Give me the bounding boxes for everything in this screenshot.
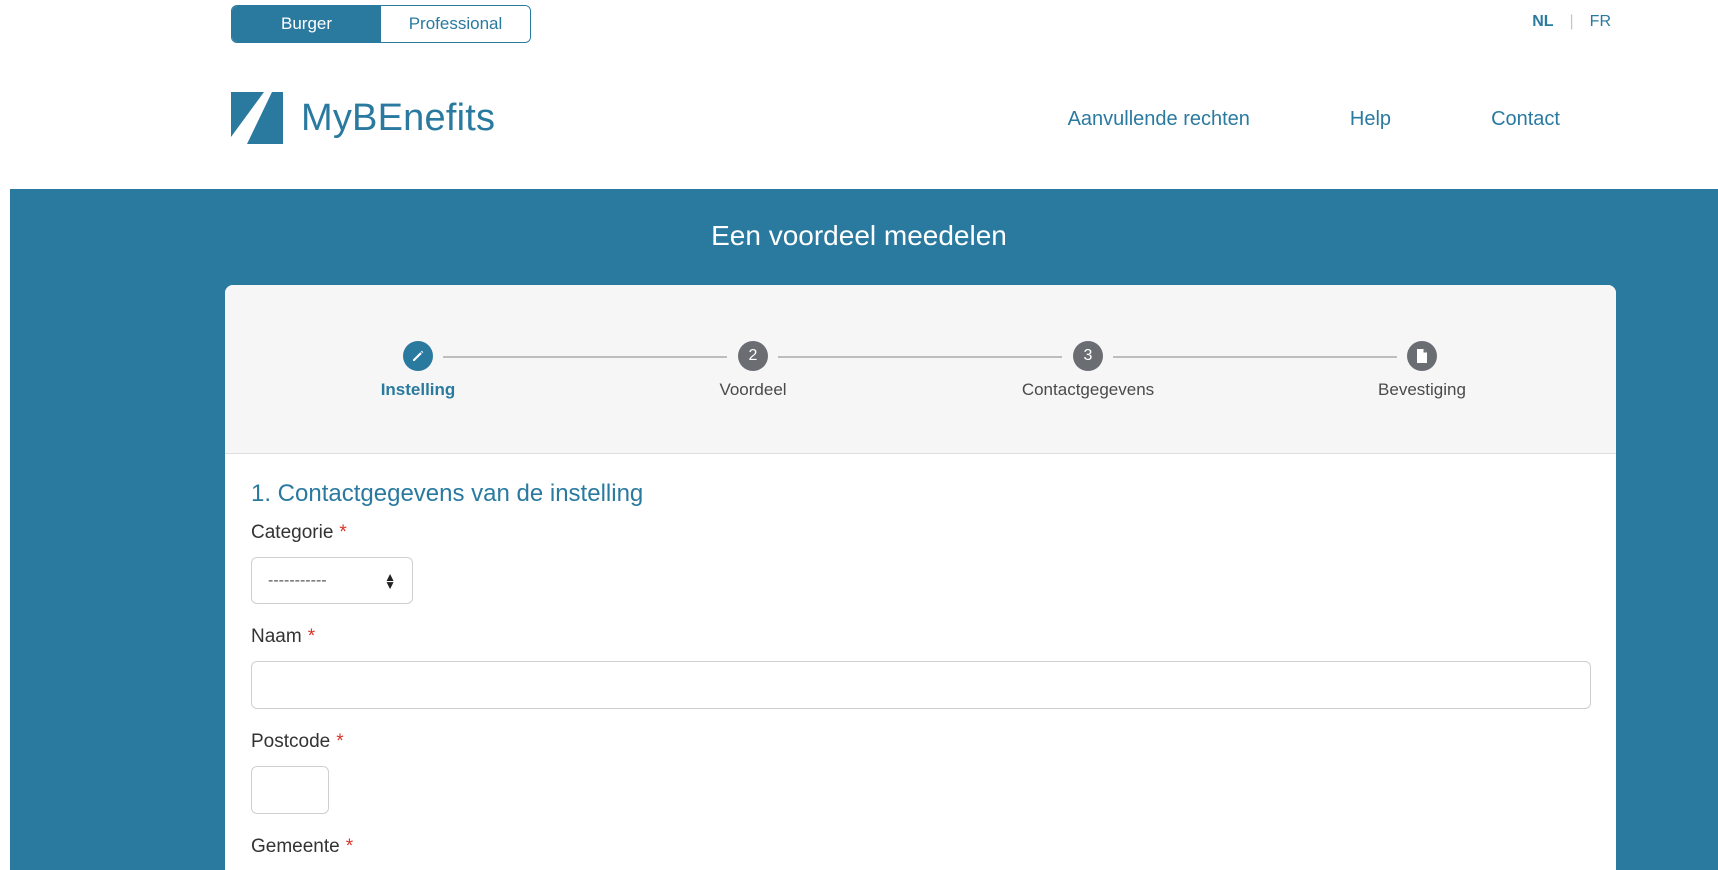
step-marker: [1407, 341, 1437, 371]
step-label: Bevestiging: [1378, 380, 1466, 399]
form-card: Instelling 2 Voordeel 3 Contactgegevens …: [225, 285, 1616, 870]
postcode-input[interactable]: [251, 766, 329, 814]
document-icon: [1417, 349, 1427, 363]
step-label: Voordeel: [719, 380, 787, 399]
burger-tab[interactable]: Burger: [232, 6, 381, 42]
professional-tab[interactable]: Professional: [381, 6, 530, 42]
language-separator: |: [1569, 13, 1574, 30]
gemeente-label-text: Gemeente: [251, 836, 340, 857]
required-marker: *: [345, 836, 354, 857]
naam-label-text: Naam: [251, 626, 302, 647]
required-marker: *: [336, 731, 344, 752]
pencil-icon: [413, 350, 424, 361]
main-nav: Aanvullende rechten Help Contact: [1068, 108, 1560, 131]
stepper: Instelling 2 Voordeel 3 Contactgegevens …: [225, 285, 1616, 454]
page: Burger Professional NL | FR MyBEnefits A…: [0, 0, 1718, 870]
postcode-label: Postcode *: [251, 731, 1591, 753]
language-nl-link[interactable]: NL: [1532, 13, 1553, 31]
step-marker: 3: [1073, 341, 1103, 371]
nav-item-contact[interactable]: Contact: [1491, 108, 1560, 131]
gemeente-label: Gemeente *: [251, 836, 1591, 858]
step-contactgegevens: 3 Contactgegevens: [988, 341, 1188, 400]
step-marker: 2: [738, 341, 768, 371]
logo-text: MyBEnefits: [301, 96, 496, 139]
required-marker: *: [307, 626, 316, 647]
language-switch: NL | FR: [1532, 13, 1611, 31]
step-label: Contactgegevens: [1021, 380, 1155, 399]
categorie-select[interactable]: ----------- ▲ ▼: [251, 557, 413, 604]
naam-input[interactable]: [251, 661, 1591, 709]
step-instelling: Instelling: [318, 341, 518, 400]
mybenefits-logo-icon: [231, 92, 283, 144]
step-marker: [403, 341, 433, 371]
audience-toggle: Burger Professional: [231, 5, 531, 43]
postcode-label-text: Postcode: [251, 731, 331, 752]
categorie-select-value: -----------: [268, 571, 327, 589]
required-marker: *: [339, 522, 347, 543]
section-title: 1. Contactgegevens van de instelling: [251, 480, 644, 507]
nav-item-help[interactable]: Help: [1350, 108, 1391, 131]
step-bevestiging: Bevestiging: [1322, 341, 1522, 400]
naam-label: Naam *: [251, 626, 1591, 648]
language-fr-link[interactable]: FR: [1590, 13, 1611, 31]
logo[interactable]: MyBEnefits: [231, 92, 495, 144]
nav-item-aanvullende-rechten[interactable]: Aanvullende rechten: [1068, 108, 1250, 131]
sort-arrows-icon: ▲ ▼: [384, 569, 396, 592]
page-title: Een voordeel meedelen: [711, 220, 1007, 251]
step-label: Instelling: [380, 380, 456, 399]
categorie-label-text: Categorie: [251, 522, 334, 543]
categorie-label: Categorie *: [251, 522, 1591, 544]
contact-form: 1. Contactgegevens van de instelling Cat…: [251, 480, 1591, 858]
step-voordeel: 2 Voordeel: [653, 341, 853, 400]
